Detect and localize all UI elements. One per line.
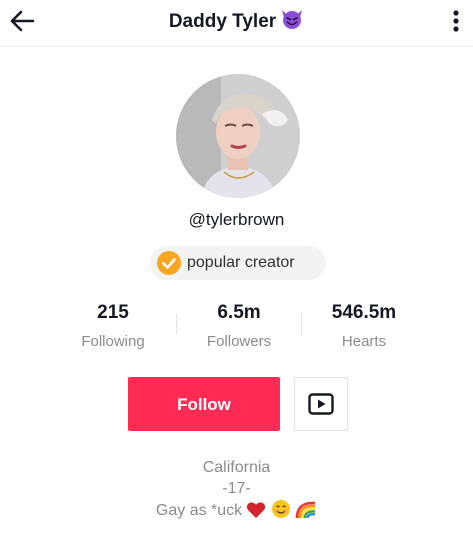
red-heart-icon <box>247 502 266 518</box>
stat-following[interactable]: 215 Following <box>48 300 178 352</box>
bio-location: California <box>202 459 271 476</box>
username: @tylerbrown <box>188 210 285 229</box>
smiling-devil-emoji-icon <box>280 8 304 37</box>
stat-value: 6.5m <box>217 302 261 323</box>
stat-label: Following <box>81 333 145 350</box>
avatar[interactable] <box>176 74 300 198</box>
stat-followers[interactable]: 6.5m Followers <box>174 300 304 352</box>
stat-value: 215 <box>97 302 129 323</box>
stat-label: Hearts <box>341 333 387 350</box>
youtube-icon <box>308 393 334 415</box>
more-vertical-icon <box>453 10 459 32</box>
check-circle-icon <box>157 251 181 275</box>
follow-button[interactable]: Follow <box>128 377 280 431</box>
bio: California -17- Gay as *uck <box>0 457 473 525</box>
stat-value: 546.5m <box>331 302 397 323</box>
stat-label: Followers <box>206 333 272 350</box>
bio-age: -17- <box>222 480 251 497</box>
stat-hearts: 546.5m Hearts <box>299 300 429 352</box>
popular-creator-badge: popular creator <box>150 246 326 280</box>
top-bar: Daddy Tyler <box>0 0 473 47</box>
more-options-button[interactable] <box>446 6 466 36</box>
bio-text-row: Gay as *uck <box>0 499 473 525</box>
rainbow-icon <box>295 501 316 519</box>
youtube-link-button[interactable] <box>294 377 348 431</box>
bio-emojis <box>246 499 317 525</box>
bio-text: Gay as *uck <box>155 502 243 519</box>
page-title-row: Daddy Tyler <box>0 8 473 37</box>
profile-photo <box>176 74 300 198</box>
badge-label: popular creator <box>187 254 295 271</box>
page-title: Daddy Tyler <box>168 11 277 32</box>
smiling-face-icon <box>271 500 290 518</box>
